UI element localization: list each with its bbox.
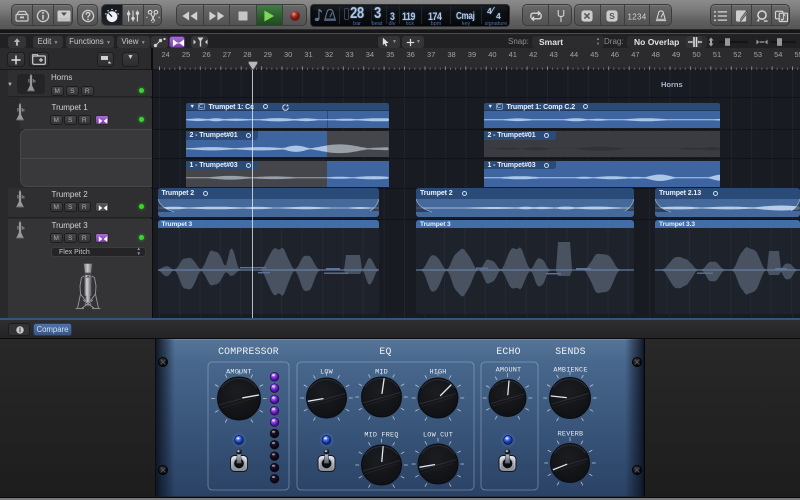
svg-text:AMOUNT: AMOUNT — [496, 367, 522, 375]
svg-text:SENDS: SENDS — [555, 346, 585, 357]
svg-text:S: S — [609, 11, 615, 21]
svg-text:ECHO: ECHO — [496, 346, 520, 357]
svg-text:AMBIENCE: AMBIENCE — [553, 367, 587, 375]
svg-text:REVERB: REVERB — [558, 431, 584, 439]
svg-text:COMPRESSOR: COMPRESSOR — [218, 346, 279, 357]
svg-text:MID FREQ: MID FREQ — [364, 432, 398, 440]
svg-text:EQ: EQ — [379, 346, 391, 357]
svg-text:1234: 1234 — [627, 13, 646, 22]
